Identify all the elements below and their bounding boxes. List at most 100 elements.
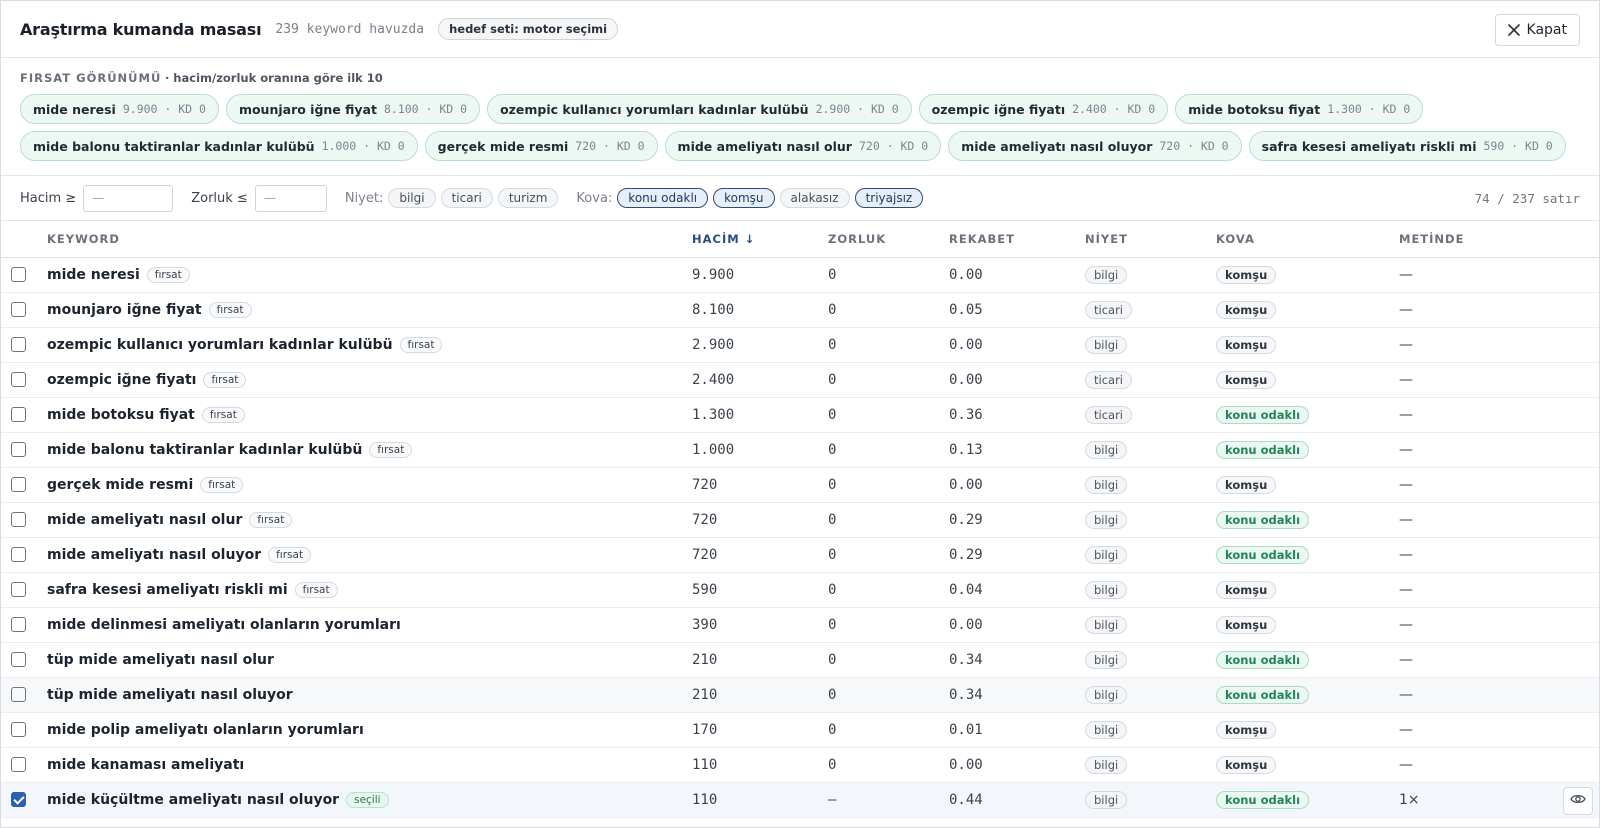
difficulty-max-input[interactable]: —: [254, 184, 327, 212]
row-checkbox[interactable]: [11, 267, 26, 282]
table-row[interactable]: mide ameliyatı nasıl olur fırsat 720 0 0.29 b…: [1, 502, 1599, 538]
opportunity-chip[interactable]: safra kesesi ameliyatı riskli mi 590 · KD…: [1248, 131, 1566, 161]
table-row[interactable]: tüp mide ameliyatı nasıl oluyor 210 0 0.34 b…: [1, 677, 1599, 713]
difficulty-cell: 0: [828, 712, 949, 748]
column-header-intent[interactable]: NİYET: [1085, 221, 1216, 258]
difficulty-value: 0: [828, 511, 837, 528]
row-checkbox[interactable]: [11, 372, 26, 387]
close-button[interactable]: Kapat: [1494, 14, 1580, 46]
difficulty-value: —: [828, 791, 837, 808]
in-text-cell: —: [1399, 502, 1599, 538]
intent-filter-pill[interactable]: ticari: [440, 188, 493, 208]
row-checkbox[interactable]: [11, 512, 26, 527]
difficulty-value: 0: [828, 441, 837, 458]
difficulty-cell: 0: [828, 572, 949, 608]
difficulty-value: 0: [828, 266, 837, 283]
opportunity-chip[interactable]: mide ameliyatı nasıl oluyor 720 · KD 0: [948, 131, 1242, 161]
volume-min-input[interactable]: —: [83, 184, 174, 212]
row-checkbox[interactable]: [11, 792, 26, 807]
table-row[interactable]: mounjaro iğne fiyat fırsat 8.100 0 0.05 ticar…: [1, 292, 1599, 328]
keyword-text: tüp mide ameliyatı nasıl olur: [47, 651, 274, 668]
keyword-tag: fırsat: [200, 476, 244, 493]
difficulty-cell: 0: [828, 677, 949, 713]
competition-value: 0.29: [949, 511, 983, 528]
row-checkbox[interactable]: [11, 302, 26, 317]
bucket-badge: konu odaklı: [1216, 545, 1310, 564]
table-row[interactable]: ozempic iğne fiyatı fırsat 2.400 0 0.00 ticar…: [1, 362, 1599, 398]
bucket-cell: konu odaklı: [1216, 677, 1399, 713]
keyword-cell: mide delinmesi ameliyatı olanların yorum…: [47, 607, 692, 643]
bucket-cell: komşu: [1216, 572, 1399, 608]
row-checkbox[interactable]: [11, 617, 26, 632]
opportunity-keyword: mide neresi: [33, 101, 116, 117]
row-checkbox[interactable]: [11, 582, 26, 597]
row-checkbox[interactable]: [11, 547, 26, 562]
competition-value: 0.00: [949, 756, 983, 773]
table-row[interactable]: tüp mide ameliyatı nasıl olur 210 0 0.34 bil…: [1, 642, 1599, 678]
table-row[interactable]: ozempic kullanıcı yorumları kadınlar kul…: [1, 327, 1599, 363]
in-text-cell: —: [1399, 327, 1599, 363]
table-row[interactable]: mide küçültme ameliyatı nasıl oluyor seçi…: [1, 782, 1599, 818]
bucket-filter-pill[interactable]: komşu: [713, 188, 775, 208]
row-checkbox[interactable]: [11, 687, 26, 702]
table-row[interactable]: mide ameliyatı nasıl oluyor fırsat 720 0 0.2…: [1, 537, 1599, 573]
column-header-competition[interactable]: REKABET: [949, 221, 1085, 258]
table-row[interactable]: mide neresi fırsat 9.900 0 0.00 bilgi komşu —: [1, 257, 1599, 293]
row-checkbox[interactable]: [11, 722, 26, 737]
select-cell: [1, 712, 47, 748]
competition-cell: 0.00: [949, 362, 1085, 398]
volume-value: 390: [692, 616, 718, 633]
table-row[interactable]: mide delinmesi ameliyatı olanların yorum…: [1, 607, 1599, 643]
column-header-difficulty[interactable]: ZORLUK: [828, 221, 949, 258]
column-header-volume[interactable]: HACİM ↓: [692, 221, 828, 258]
select-cell: [1, 677, 47, 713]
row-checkbox[interactable]: [11, 757, 26, 772]
table-row[interactable]: mide polip ameliyatı olanların yorumları…: [1, 712, 1599, 748]
row-checkbox[interactable]: [11, 477, 26, 492]
row-checkbox[interactable]: [11, 652, 26, 667]
preview-button[interactable]: [1563, 786, 1593, 815]
competition-value: 0.00: [949, 476, 983, 493]
column-header-in-text[interactable]: METİNDE: [1399, 221, 1599, 258]
keyword-text: mide neresi: [47, 266, 140, 283]
difficulty-cell: 0: [828, 502, 949, 538]
opportunity-chip[interactable]: mounjaro iğne fiyat 8.100 · KD 0: [225, 94, 481, 124]
bucket-filter-pill[interactable]: konu odaklı: [617, 188, 709, 208]
bucket-filter-pill[interactable]: triyajsız: [854, 188, 924, 208]
intent-cell: ticari: [1085, 362, 1216, 398]
competition-cell: 0.00: [949, 327, 1085, 363]
opportunity-keyword: safra kesesi ameliyatı riskli mi: [1261, 138, 1477, 154]
intent-cell: bilgi: [1085, 537, 1216, 573]
bucket-cell: komşu: [1216, 712, 1399, 748]
volume-cell: 170: [692, 712, 828, 748]
row-checkbox[interactable]: [11, 337, 26, 352]
column-header-keyword[interactable]: KEYWORD: [47, 221, 692, 258]
table-row[interactable]: mide balonu taktiranlar kadınlar kulübü f…: [1, 432, 1599, 468]
volume-min-placeholder: —: [92, 191, 105, 205]
bucket-filter-pill[interactable]: alakasız: [779, 188, 850, 208]
opportunity-chip[interactable]: mide balonu taktiranlar kadınlar kulübü 1…: [20, 131, 418, 161]
table-row[interactable]: mide botoksu fiyat fırsat 1.300 0 0.36 ticari…: [1, 397, 1599, 433]
table-row[interactable]: safra kesesi ameliyatı riskli mi fırsat 59…: [1, 572, 1599, 608]
table-row[interactable]: mide kanaması ameliyatı 110 0 0.00 bilgi komş…: [1, 747, 1599, 783]
intent-filter-pill[interactable]: bilgi: [388, 188, 436, 208]
opportunity-meta: 1.000 · KD 0: [321, 139, 405, 153]
opportunity-chip[interactable]: gerçek mide resmi 720 · KD 0: [424, 131, 658, 161]
opportunity-chip[interactable]: mide botoksu fiyat 1.300 · KD 0: [1175, 94, 1424, 124]
bucket-badge: konu odaklı: [1216, 685, 1310, 704]
opportunity-chip[interactable]: ozempic kullanıcı yorumları kadınlar kul…: [487, 94, 912, 124]
opportunity-chip[interactable]: mide neresi 9.900 · KD 0: [20, 94, 219, 124]
panel-header: Araştırma kumanda masası 239 keyword hav…: [1, 1, 1599, 58]
intent-filter-pill[interactable]: turizm: [497, 188, 559, 208]
intent-badge: bilgi: [1085, 685, 1128, 704]
opportunity-chip[interactable]: ozempic iğne fiyatı 2.400 · KD 0: [918, 94, 1169, 124]
table-row[interactable]: gerçek mide resmi fırsat 720 0 0.00 bilgi komş…: [1, 467, 1599, 503]
row-checkbox[interactable]: [11, 407, 26, 422]
in-text-value: —: [1399, 546, 1413, 563]
volume-cell: 590: [692, 572, 828, 608]
eye-icon: [1570, 793, 1586, 809]
opportunity-chip[interactable]: mide ameliyatı nasıl olur 720 · KD 0: [664, 131, 942, 161]
row-checkbox[interactable]: [11, 442, 26, 457]
column-header-bucket[interactable]: KOVA: [1216, 221, 1399, 258]
bucket-cell: konu odaklı: [1216, 397, 1399, 433]
